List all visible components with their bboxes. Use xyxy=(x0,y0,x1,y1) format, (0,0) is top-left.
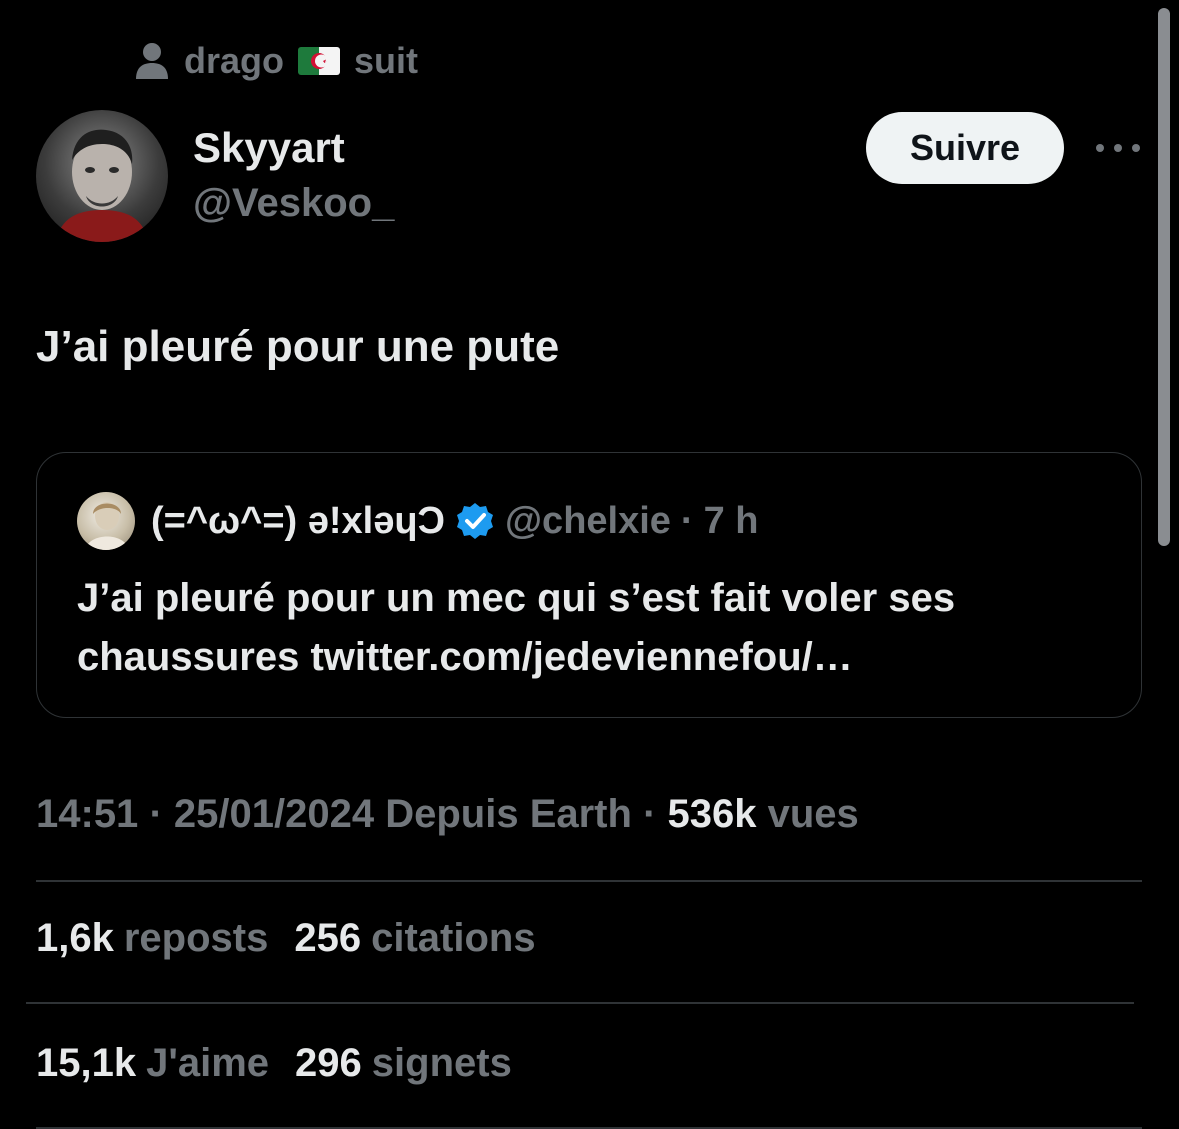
reposts-stat[interactable]: 1,6k reposts xyxy=(36,916,268,961)
quoted-author-handle[interactable]: @chelxie xyxy=(505,500,671,543)
quoted-tweet-header: (=^ω^=) ə!xlǝɥƆ @chelxie · 7 h xyxy=(77,491,758,551)
quoted-author-avatar[interactable] xyxy=(77,492,135,550)
person-icon xyxy=(134,41,170,81)
scrollbar[interactable] xyxy=(1158,8,1170,546)
algeria-flag-icon xyxy=(298,47,341,75)
divider xyxy=(36,880,1142,882)
quoted-author-name[interactable]: (=^ω^=) ə!xlǝɥƆ xyxy=(151,500,445,543)
social-context-name[interactable]: drago xyxy=(184,40,284,82)
author-display-name[interactable]: Skyyart xyxy=(193,124,345,172)
social-context: drago suit xyxy=(134,38,418,84)
citations-stat[interactable]: 256 citations xyxy=(294,916,535,961)
reposts-label: reposts xyxy=(123,916,269,960)
follow-button[interactable]: Suivre xyxy=(866,112,1064,184)
quoted-tweet-text: J’ai pleuré pour un mec qui s’est fait v… xyxy=(77,576,956,679)
stats-row-reposts: 1,6k reposts 256 citations xyxy=(36,916,562,961)
stats-row-likes: 15,1k J'aime 296 signets xyxy=(36,1041,538,1086)
meta-separator: · xyxy=(149,792,163,836)
tweet-date[interactable]: 25/01/2024 xyxy=(174,792,374,836)
meta-separator: · xyxy=(643,792,657,836)
views-label: vues xyxy=(767,792,859,836)
reposts-count: 1,6k xyxy=(36,916,114,960)
likes-stat[interactable]: 15,1k J'aime xyxy=(36,1041,269,1086)
verified-badge-icon xyxy=(455,501,495,541)
bookmarks-stat[interactable]: 296 signets xyxy=(295,1041,512,1086)
divider xyxy=(26,1002,1134,1004)
citations-label: citations xyxy=(371,916,536,960)
views-count: 536k xyxy=(667,792,757,836)
tweet-meta: 14:51 · 25/01/2024 Depuis Earth · 536k v… xyxy=(36,792,859,837)
separator-dot: · xyxy=(680,499,694,542)
citations-count: 256 xyxy=(294,916,362,960)
tweet-text: J’ai pleuré pour une pute xyxy=(36,322,560,371)
social-context-label: suit xyxy=(354,40,419,81)
bookmarks-label: signets xyxy=(371,1041,512,1085)
author-handle[interactable]: @Veskoo_ xyxy=(193,181,394,226)
likes-count: 15,1k xyxy=(36,1041,137,1085)
quoted-tweet-time[interactable]: 7 h xyxy=(704,500,759,543)
more-options-icon[interactable] xyxy=(1096,138,1140,158)
quoted-tweet-card[interactable]: (=^ω^=) ə!xlǝɥƆ @chelxie · 7 h J’ai pleu… xyxy=(36,452,1142,718)
divider xyxy=(36,1127,1142,1129)
tweet-time[interactable]: 14:51 xyxy=(36,792,138,836)
bookmarks-count: 296 xyxy=(295,1041,362,1085)
author-avatar[interactable] xyxy=(36,110,168,242)
tweet-source: Depuis Earth xyxy=(385,792,632,836)
likes-label: J'aime xyxy=(146,1041,270,1085)
